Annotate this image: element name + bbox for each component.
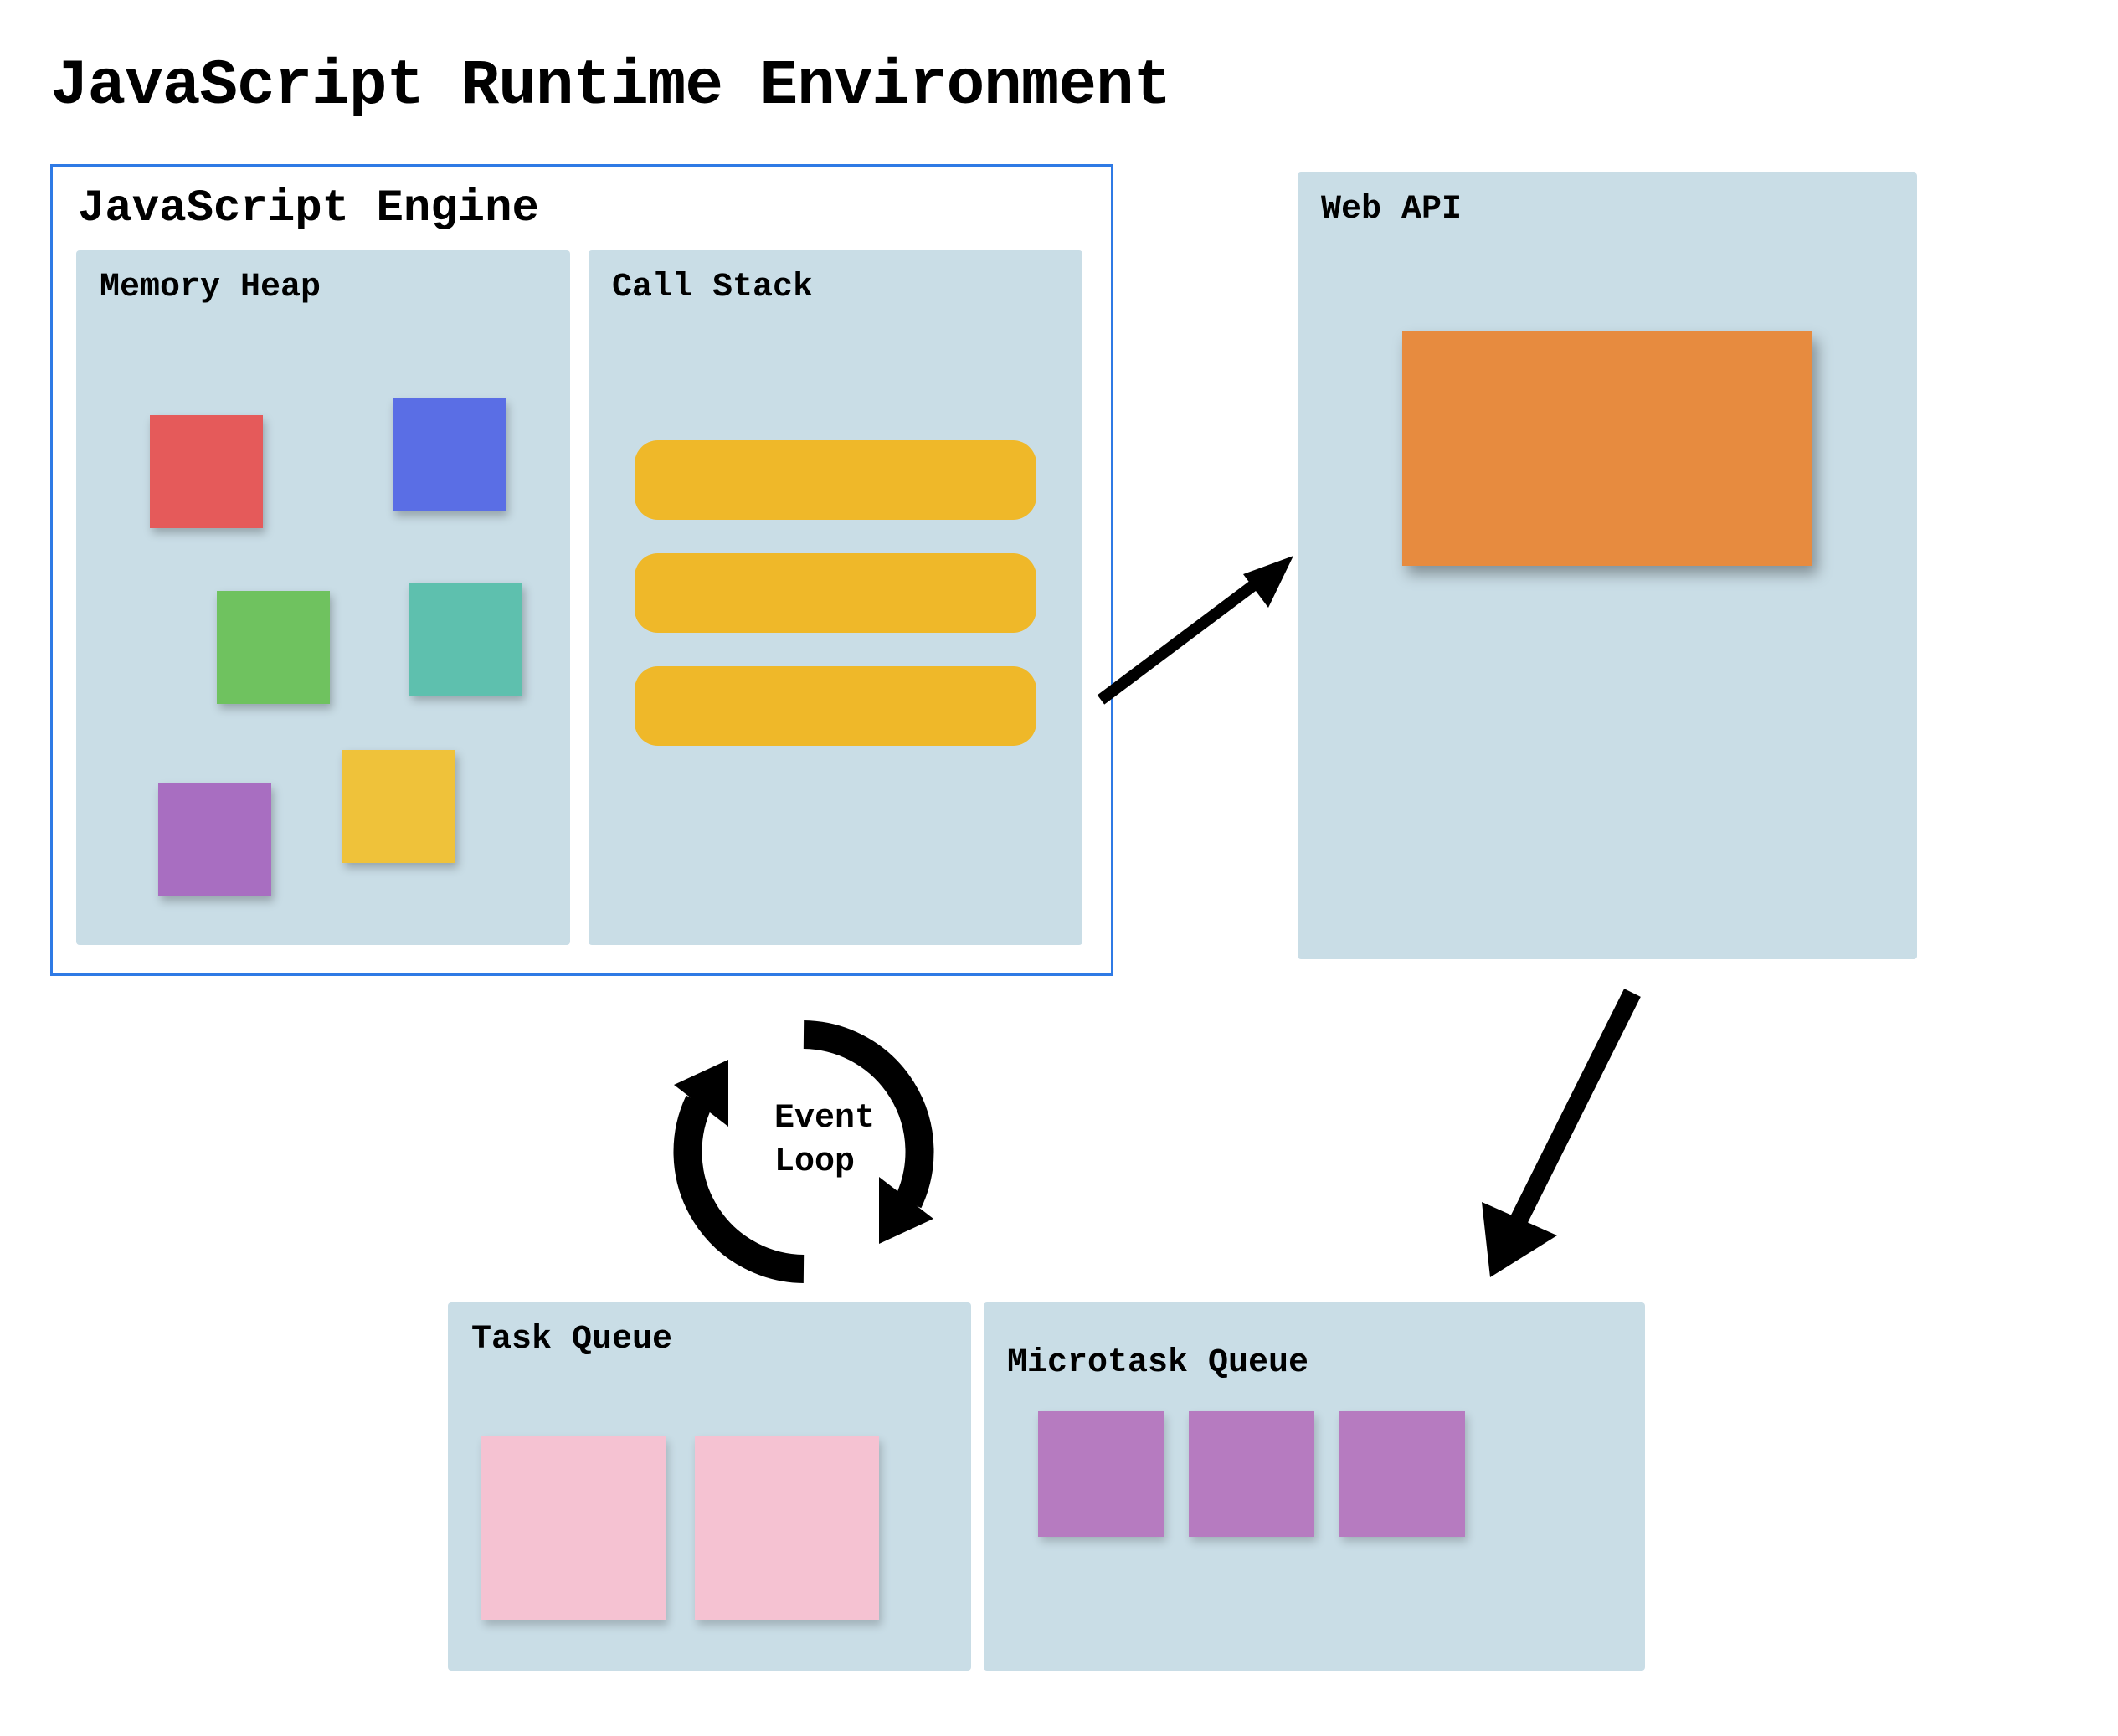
web-api-title: Web API bbox=[1321, 191, 1894, 229]
js-engine-container: JavaScript Engine Memory Heap Call Stack bbox=[50, 164, 1113, 976]
microtask-note bbox=[1038, 1411, 1164, 1537]
memory-heap-panel: Memory Heap bbox=[76, 250, 570, 945]
task-queue-panel: Task Queue bbox=[448, 1302, 971, 1671]
micro-notes-container bbox=[1038, 1411, 1465, 1537]
stack-frame bbox=[635, 553, 1036, 633]
stack-frame bbox=[635, 440, 1036, 520]
diagram-canvas: JavaScript Engine Memory Heap Call Stack… bbox=[50, 164, 2068, 1671]
microtask-queue-title: Microtask Queue bbox=[1007, 1344, 1622, 1382]
microtask-queue-panel: Microtask Queue bbox=[984, 1302, 1645, 1671]
task-note bbox=[481, 1436, 666, 1620]
heap-note bbox=[217, 591, 330, 704]
microtask-note bbox=[1339, 1411, 1465, 1537]
heap-note bbox=[342, 750, 455, 863]
memory-heap-title: Memory Heap bbox=[100, 269, 547, 306]
stack-frames-container bbox=[612, 440, 1059, 779]
heap-note bbox=[158, 783, 271, 896]
call-stack-title: Call Stack bbox=[612, 269, 1059, 306]
task-note bbox=[695, 1436, 879, 1620]
web-api-note bbox=[1402, 331, 1812, 566]
js-engine-title: JavaScript Engine bbox=[78, 183, 1086, 234]
task-notes-container bbox=[481, 1436, 879, 1620]
arrow-callstack-to-webapi bbox=[1092, 541, 1319, 716]
event-loop-label: Event Loop bbox=[774, 1097, 875, 1184]
event-loop: Event Loop bbox=[636, 984, 971, 1319]
diagram-title: JavaScript Runtime Environment bbox=[50, 50, 2068, 122]
task-queue-title: Task Queue bbox=[471, 1321, 948, 1358]
heap-note bbox=[393, 398, 506, 511]
arrow-webapi-to-microtask bbox=[1457, 976, 1674, 1302]
heap-note bbox=[409, 583, 522, 696]
heap-notes-container bbox=[100, 306, 547, 964]
stack-frame bbox=[635, 666, 1036, 746]
microtask-note bbox=[1189, 1411, 1314, 1537]
web-api-panel: Web API bbox=[1298, 172, 1917, 959]
heap-note bbox=[150, 415, 263, 528]
call-stack-panel: Call Stack bbox=[589, 250, 1082, 945]
